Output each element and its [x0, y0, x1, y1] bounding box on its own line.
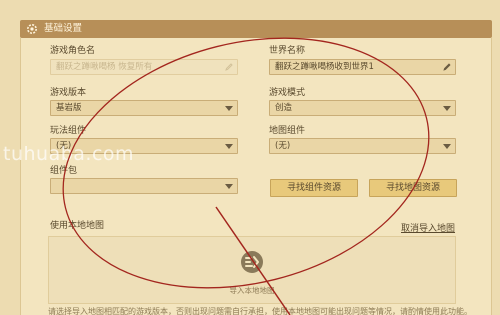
- chevron-down-icon: [225, 184, 233, 189]
- chevron-down-icon: [443, 106, 451, 111]
- section-title: 基础设置: [44, 23, 83, 34]
- import-map-label: 导入本地地图: [229, 286, 275, 295]
- watermark: tuhuaba.com: [3, 143, 135, 165]
- chevron-down-icon: [225, 106, 233, 111]
- import-note: 请选择导入地图相匹配的游戏版本，否则出现问题需自行承担，使用本地地图可能出现问题…: [48, 307, 472, 315]
- game-version-label: 游戏版本: [50, 88, 87, 98]
- settings-window: 基础设置 游戏角色名 翻跃之蹲啾喝杨 恢复所有 世界名称 翻跃之蹲啾喝杨收到世界…: [0, 0, 500, 315]
- game-mode-value: 创造: [275, 103, 293, 113]
- map-component-select[interactable]: (无): [269, 138, 456, 154]
- world-name-input[interactable]: 翻跃之蹲啾喝杨收到世界1: [269, 59, 456, 75]
- chevron-down-icon: [225, 144, 233, 149]
- role-name-value: 翻跃之蹲啾喝杨 恢复所有: [56, 62, 153, 72]
- gear-icon: [27, 24, 37, 34]
- map-component-value: (无): [275, 141, 291, 151]
- import-map-dropzone[interactable]: 导入本地地图: [48, 236, 456, 304]
- role-name-label: 游戏角色名: [50, 46, 96, 56]
- find-component-button[interactable]: 寻找组件资源: [270, 179, 358, 197]
- chevron-down-icon: [443, 144, 451, 149]
- game-mode-label: 游戏模式: [269, 88, 306, 98]
- world-name-label: 世界名称: [269, 46, 306, 56]
- world-name-value: 翻跃之蹲啾喝杨收到世界1: [275, 62, 374, 72]
- gameplay-component-label: 玩法组件: [50, 126, 87, 136]
- component-pack-label: 组件包: [50, 166, 78, 176]
- pencil-icon[interactable]: [442, 62, 452, 72]
- import-map-icon: [241, 251, 263, 273]
- game-version-select[interactable]: 基岩版: [50, 100, 238, 116]
- role-name-field: 翻跃之蹲啾喝杨 恢复所有: [50, 59, 238, 75]
- game-version-value: 基岩版: [56, 103, 82, 113]
- game-mode-select[interactable]: 创造: [269, 100, 456, 116]
- section-header: 基础设置: [20, 20, 492, 38]
- map-component-label: 地图组件: [269, 126, 306, 136]
- local-map-label: 使用本地地图: [50, 221, 105, 231]
- find-map-button[interactable]: 寻找地图资源: [369, 179, 457, 197]
- pencil-icon: [225, 63, 233, 71]
- component-pack-select[interactable]: [50, 178, 238, 194]
- cancel-import-link[interactable]: 取消导入地图: [401, 224, 455, 235]
